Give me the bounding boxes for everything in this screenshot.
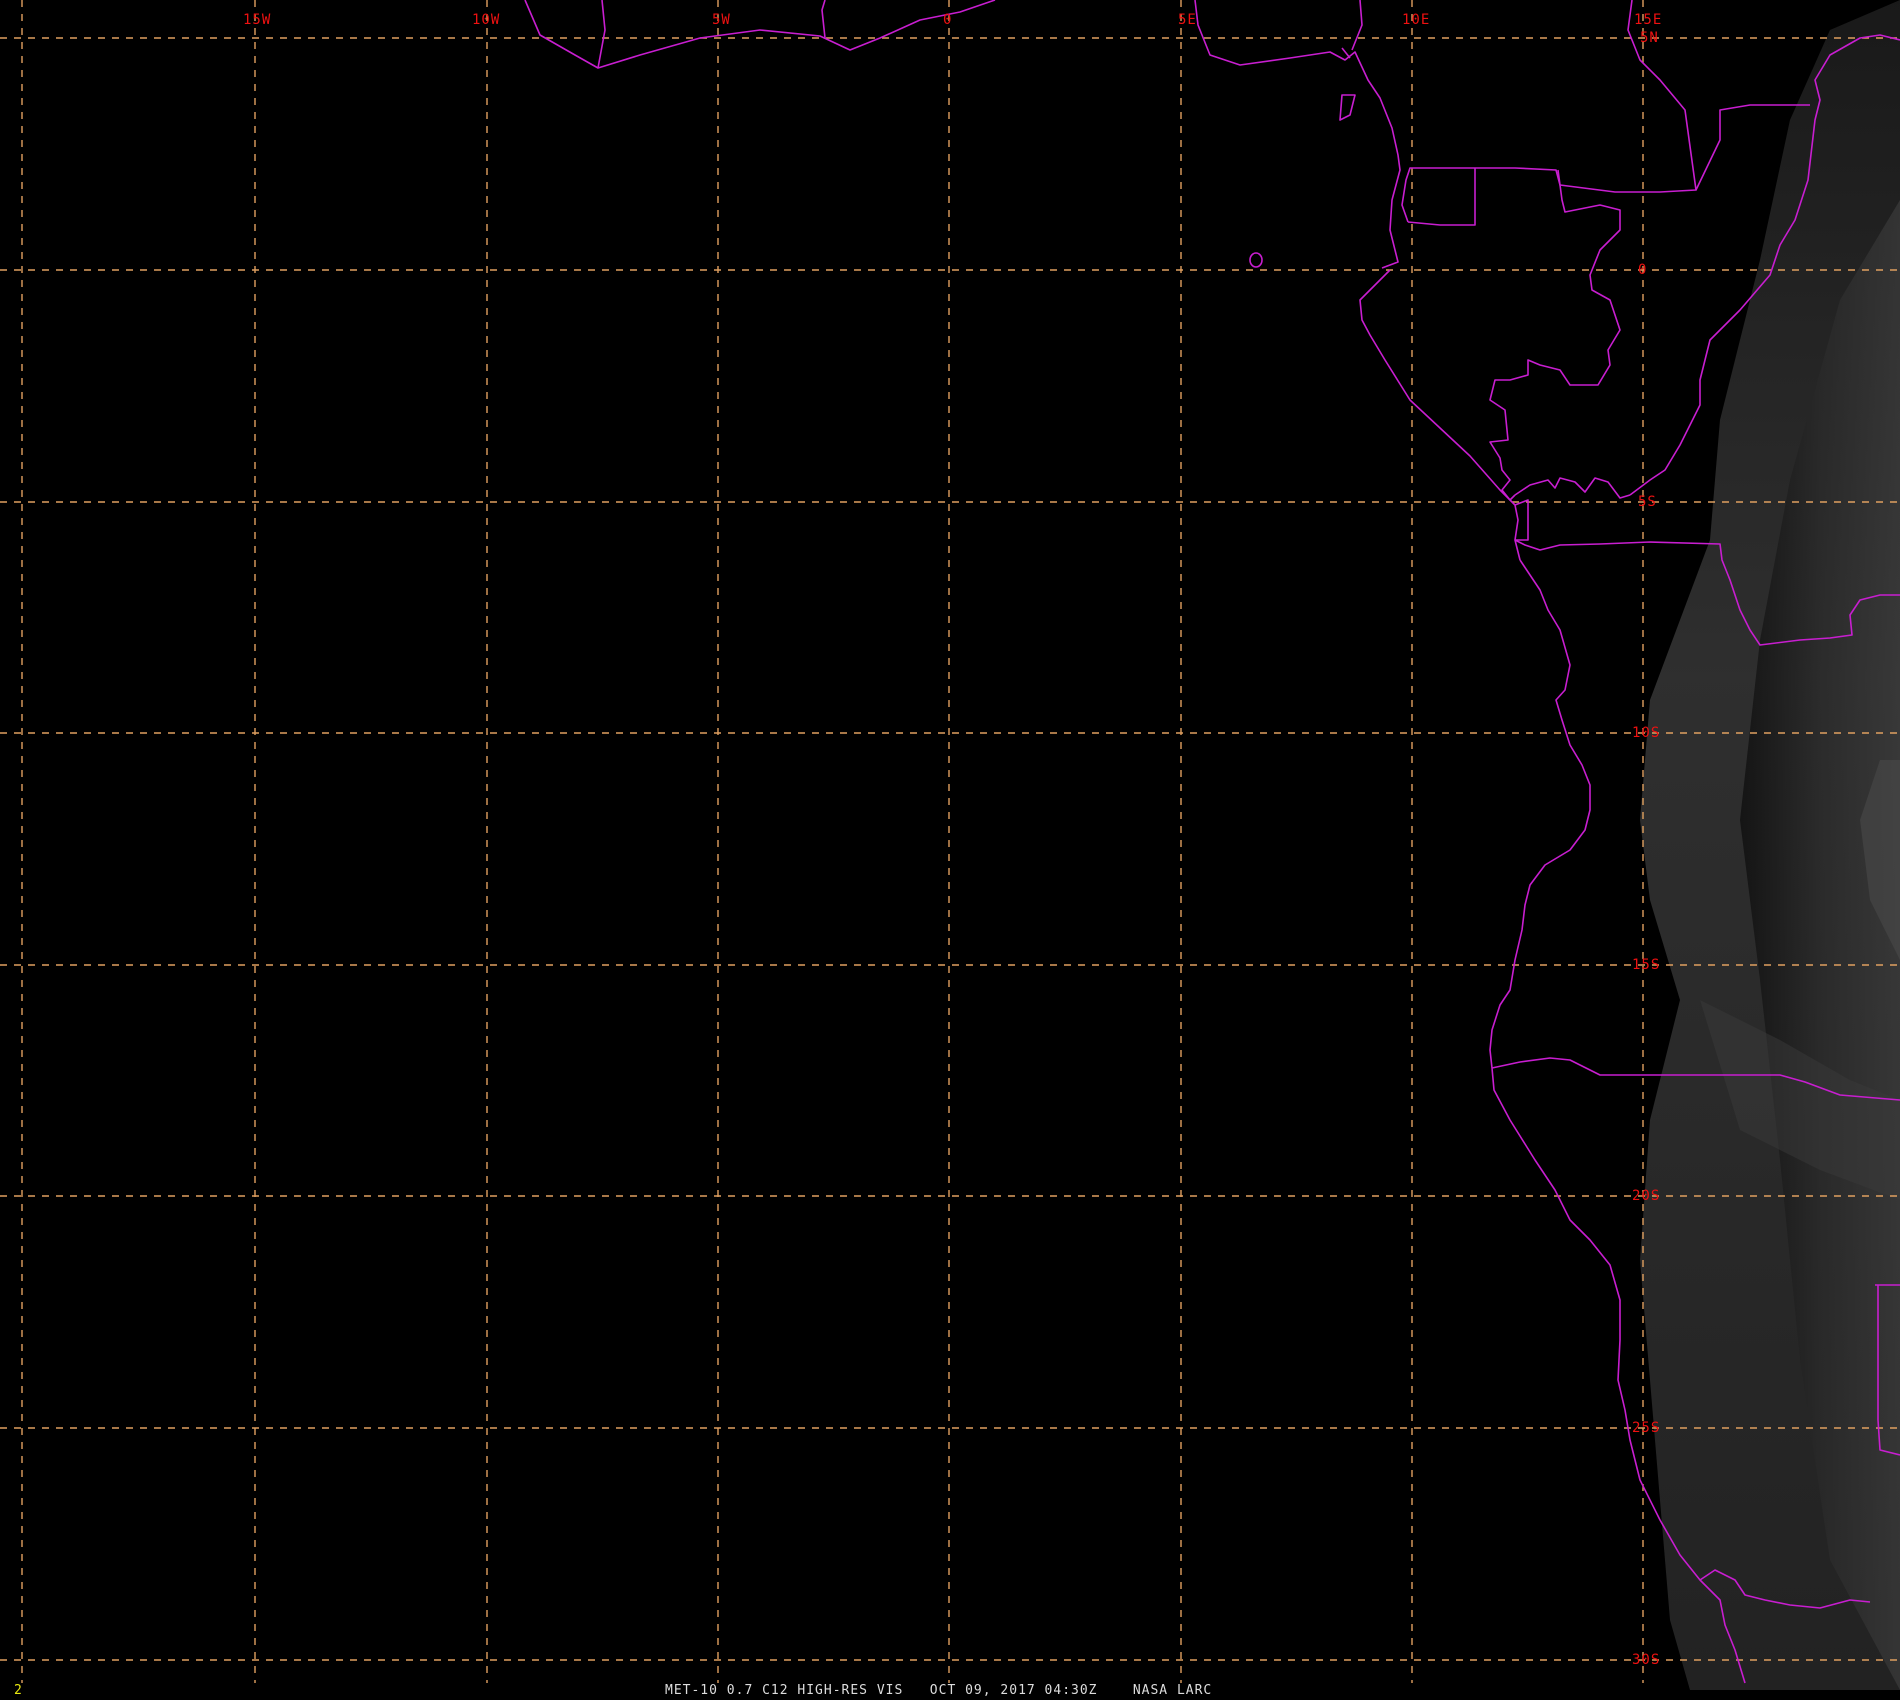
lat-label: 25S [1632,1420,1660,1436]
lat-label: 30S [1632,1652,1660,1668]
lat-label: 5S [1638,494,1657,510]
lon-label: 10W [472,12,500,28]
lat-label: 5N [1640,30,1659,46]
lon-label: 15E [1634,12,1662,28]
satellite-map: 15W 10W 5W 0 5E 10E 15E 5N 0 5S 10S 15S … [0,0,1900,1690]
lat-label: 20S [1632,1188,1660,1204]
daylight-region [1640,0,1900,1690]
lat-label: 15S [1632,957,1660,973]
image-caption-bar: MET-10 0.7 C12 HIGH-RES VIS OCT 09, 2017… [0,1683,1900,1700]
image-caption: MET-10 0.7 C12 HIGH-RES VIS OCT 09, 2017… [665,1683,1213,1698]
lon-label: 5E [1178,12,1197,28]
lon-label: 5W [712,12,731,28]
lon-label: 15W [243,12,271,28]
longitude-lines [21,0,1644,1683]
lon-label: 10E [1402,12,1430,28]
longitude-labels: 15W 10W 5W 0 5E 10E 15E [243,12,1662,28]
latitude-lines [0,37,1900,1661]
lat-label: 0 [1638,262,1647,278]
lat-label: 10S [1632,725,1660,741]
lon-label: 0 [943,12,952,28]
